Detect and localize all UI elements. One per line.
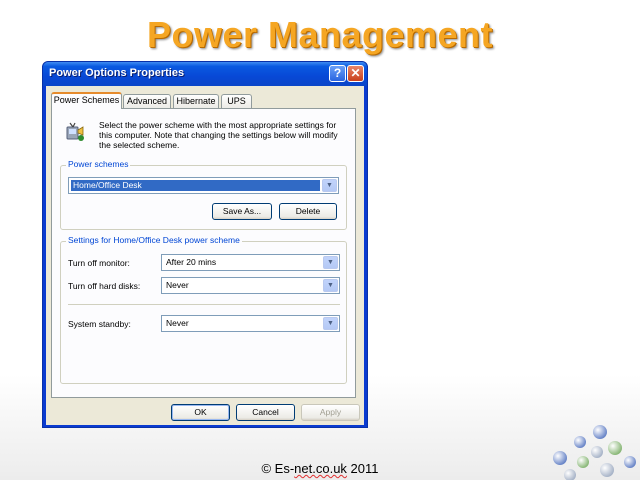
chevron-down-icon[interactable]: ▼ bbox=[322, 179, 337, 192]
power-schemes-group-label: Power schemes bbox=[66, 159, 131, 169]
help-button[interactable]: ? bbox=[329, 65, 346, 82]
cancel-button[interactable]: Cancel bbox=[236, 404, 295, 421]
power-schemes-group: Power schemes Home/Office Desk ▼ Save As… bbox=[60, 159, 347, 230]
footer-prefix: © Es- bbox=[261, 461, 295, 476]
dialog-client-area: Power Schemes Advanced Hibernate UPS Sel… bbox=[46, 86, 364, 425]
monitor-timeout-value: After 20 mins bbox=[166, 257, 217, 267]
tab-power-schemes[interactable]: Power Schemes bbox=[51, 92, 122, 109]
chevron-down-icon[interactable]: ▼ bbox=[323, 256, 338, 269]
monitor-label: Turn off monitor: bbox=[68, 258, 130, 268]
system-standby-label: System standby: bbox=[68, 319, 131, 329]
hard-disks-label: Turn off hard disks: bbox=[68, 281, 141, 291]
tab-advanced[interactable]: Advanced bbox=[123, 94, 171, 108]
system-standby-value: Never bbox=[166, 318, 189, 328]
hard-disks-timeout-value: Never bbox=[166, 280, 189, 290]
power-scheme-value: Home/Office Desk bbox=[71, 180, 320, 191]
footer-suffix: 2011 bbox=[346, 461, 379, 476]
footer-domain: net.co.uk bbox=[294, 461, 347, 476]
system-standby-select[interactable]: Never ▼ bbox=[161, 315, 340, 332]
delete-button[interactable]: Delete bbox=[279, 203, 337, 220]
slide-footer: © Es-net.co.uk 2011 bbox=[0, 461, 640, 476]
decorative-dots-logo bbox=[553, 425, 636, 480]
slide-title: Power Management bbox=[146, 14, 494, 55]
chevron-down-icon[interactable]: ▼ bbox=[323, 317, 338, 330]
hard-disks-timeout-select[interactable]: Never ▼ bbox=[161, 277, 340, 294]
tab-ups[interactable]: UPS bbox=[221, 94, 252, 108]
intro-text: Select the power scheme with the most ap… bbox=[99, 120, 338, 150]
power-schemes-panel: Select the power scheme with the most ap… bbox=[51, 108, 356, 398]
power-scheme-select[interactable]: Home/Office Desk ▼ bbox=[68, 177, 339, 194]
dialog-titlebar[interactable]: Power Options Properties ? ✕ bbox=[43, 62, 367, 86]
power-options-icon bbox=[66, 122, 84, 141]
power-options-dialog: Power Options Properties ? ✕ Power Schem… bbox=[42, 61, 368, 428]
tab-hibernate[interactable]: Hibernate bbox=[173, 94, 219, 108]
scheme-settings-group-label: Settings for Home/Office Desk power sche… bbox=[66, 235, 242, 245]
close-button[interactable]: ✕ bbox=[347, 65, 364, 82]
monitor-timeout-select[interactable]: After 20 mins ▼ bbox=[161, 254, 340, 271]
dialog-title: Power Options Properties bbox=[49, 67, 185, 79]
settings-divider bbox=[68, 304, 340, 305]
save-as-button[interactable]: Save As... bbox=[212, 203, 272, 220]
ok-button[interactable]: OK bbox=[171, 404, 230, 421]
apply-button[interactable]: Apply bbox=[301, 404, 360, 421]
scheme-settings-group: Settings for Home/Office Desk power sche… bbox=[60, 235, 347, 384]
chevron-down-icon[interactable]: ▼ bbox=[323, 279, 338, 292]
